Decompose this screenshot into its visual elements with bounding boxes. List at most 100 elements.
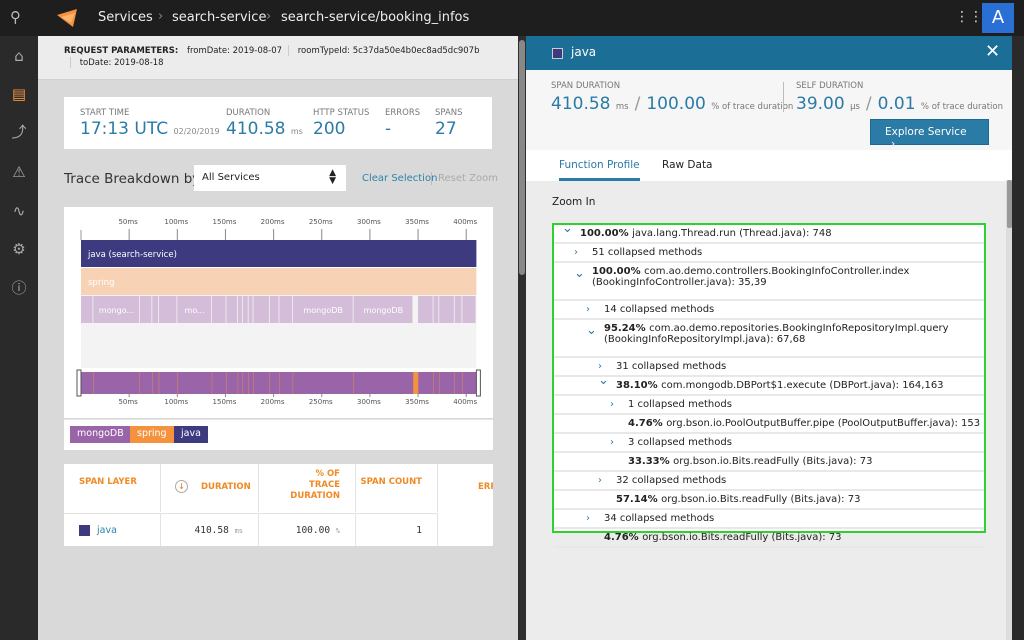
trace-timeline[interactable]: 50ms 50ms 100ms 100ms 150ms 150ms 200ms 200ms 25… (64, 207, 493, 418)
breakdown-select[interactable]: All Services ▲ ▼ (194, 165, 346, 191)
top-tick-label: 300ms (357, 218, 381, 226)
param-roomtypeid: roomTypeId: 5c37da50e4b0ec8ad5dc907b (297, 46, 480, 56)
settings-icon[interactable]: ⚙ (9, 239, 29, 259)
alerts-icon[interactable]: ⚠ (9, 162, 29, 182)
explore-service-button[interactable]: Explore Service › (870, 119, 989, 150)
overview-right-handle[interactable] (475, 369, 481, 397)
avatar[interactable]: A (982, 3, 1014, 33)
legend-spring[interactable]: spring (130, 426, 174, 443)
help-icon[interactable]: ⓘ (9, 278, 29, 298)
chevron-down-icon[interactable]: ⌄ (574, 267, 585, 280)
mongodb-span-label: mo... (185, 306, 205, 315)
mongodb-span-segment (439, 296, 454, 323)
self-duration-value: 39.00 µs/0.01 % of trace duration (796, 94, 1004, 114)
tree-row[interactable]: ⌄ 100.00% com.ao.demo.controllers.Booking… (554, 263, 984, 301)
mongodb-span-segment (454, 296, 462, 323)
tree-row-text: org.bson.io.Bits.readFully (Bits.java): … (661, 494, 861, 505)
chevron-right-icon[interactable]: › (598, 361, 602, 372)
http-status: HTTP STATUS 200 (313, 108, 370, 139)
legend-java[interactable]: java (174, 426, 208, 443)
tree-row[interactable]: › 14 collapsed methods (554, 301, 984, 320)
trace-summary: START TIME 17:13 UTC 02/20/2019 DURATION 4… (64, 97, 492, 149)
tree-row-percent: 4.76% (628, 418, 667, 429)
tree-row-text: 14 collapsed methods (604, 304, 715, 315)
param-fromdate: fromDate: 2019-08-07 (186, 46, 283, 56)
tree-row-text: com.ao.demo.repositories.BookingInfoRepo… (604, 323, 949, 345)
chevron-down-icon[interactable]: ⌄ (586, 324, 597, 337)
col-span-layer[interactable]: SPAN LAYER (64, 464, 161, 512)
tree-row[interactable]: › 34 collapsed methods (554, 510, 984, 529)
home-icon[interactable]: ⌂ (9, 46, 29, 66)
spring-span-label: spring (88, 278, 114, 288)
tree-row[interactable]: › 31 collapsed methods (554, 358, 984, 377)
traces-icon[interactable]: ▤ (9, 84, 29, 104)
tab-raw-data[interactable]: Raw Data (662, 159, 713, 171)
chevron-down-icon[interactable]: ⌄ (562, 222, 573, 235)
chevron-right-icon[interactable]: › (586, 513, 590, 524)
errors: ERRORS - (385, 108, 421, 139)
col-span-count[interactable]: SPAN COUNT (356, 464, 438, 512)
col-errors[interactable]: ERR (438, 464, 493, 512)
tree-row[interactable]: 33.33% org.bson.io.Bits.readFully (Bits.… (554, 453, 984, 472)
bottom-tick-label: 100ms (164, 398, 188, 406)
search-icon[interactable]: ⚲ (10, 8, 21, 26)
row-span-layer[interactable]: java (64, 513, 161, 546)
chevron-right-icon[interactable]: › (610, 399, 614, 410)
top-tick-label: 100ms (164, 218, 188, 226)
tree-row[interactable]: ⌄ 38.10% com.mongodb.DBPort$1.execute (DB… (554, 374, 984, 396)
chevron-right-icon: › (891, 138, 896, 150)
topology-icon[interactable]: ⤴ (9, 122, 29, 142)
zoom-in-label[interactable]: Zoom In (552, 196, 595, 208)
col-duration[interactable]: ↓ DURATION (161, 464, 259, 512)
tree-row[interactable]: ⌄ 95.24% com.ao.demo.repositories.Booking… (554, 320, 984, 358)
apps-grid-icon[interactable]: ⋮⋮ (955, 9, 983, 25)
row-count: 1 (356, 513, 438, 546)
tree-row-text: 31 collapsed methods (616, 361, 727, 372)
tree-row-text: 3 collapsed methods (628, 437, 732, 448)
tree-row-text: 32 collapsed methods (616, 475, 727, 486)
tree-row-percent: 57.14% (616, 494, 662, 505)
tree-row-text: 1 collapsed methods (628, 399, 732, 410)
tree-row-text: com.mongodb.DBPort$1.execute (DBPort.jav… (661, 380, 944, 391)
legend-mongodb[interactable]: mongoDB (70, 426, 131, 443)
mongodb-span-segment (81, 296, 93, 323)
spans: SPANS 27 (435, 108, 463, 139)
mongodb-span-segment (237, 296, 242, 323)
mongodb-span-segment (242, 296, 248, 323)
reset-zoom-link[interactable]: Reset Zoom (438, 173, 498, 184)
request-parameters-label: REQUEST PARAMETERS: (64, 46, 179, 56)
left-scrollbar-thumb[interactable] (519, 40, 525, 275)
self-duration-label: SELF DURATION (796, 81, 864, 91)
start-time: START TIME 17:13 UTC 02/20/2019 (80, 108, 220, 139)
tree-row[interactable]: › 1 collapsed methods (554, 396, 984, 415)
top-tick-label: 150ms (213, 218, 237, 226)
tree-row-percent: 100.00% (592, 266, 645, 277)
overview-left-handle[interactable] (76, 369, 82, 397)
col-pct-trace[interactable]: % OF TRACE DURATION (259, 464, 356, 512)
chevron-right-icon[interactable]: › (598, 475, 602, 486)
tree-row[interactable]: › 32 collapsed methods (554, 472, 984, 491)
request-parameters: REQUEST PARAMETERS: fromDate: 2019-08-07… (38, 36, 518, 80)
tree-row[interactable]: 4.76% org.bson.io.PoolOutputBuffer.pipe … (554, 415, 984, 434)
tab-function-profile[interactable]: Function Profile (559, 159, 640, 181)
tree-row[interactable]: ⌄ 100.00% java.lang.Thread.run (Thread.ja… (554, 222, 984, 244)
row-duration: 410.58 ms (161, 513, 259, 546)
chevron-right-icon[interactable]: › (610, 437, 614, 448)
breadcrumb-service[interactable]: search-service (172, 10, 266, 25)
tree-row[interactable]: › 3 collapsed methods (554, 434, 984, 453)
close-icon[interactable]: ✕ (985, 41, 1000, 62)
tree-row[interactable]: 57.14% org.bson.io.Bits.readFully (Bits.… (554, 491, 984, 510)
clear-selection-link[interactable]: Clear Selection (362, 173, 437, 184)
metrics-icon[interactable]: ∿ (9, 201, 29, 221)
chevron-right-icon[interactable]: › (574, 247, 578, 258)
breadcrumb-services[interactable]: Services (98, 10, 153, 25)
tree-row[interactable]: 4.76% org.bson.io.Bits.readFully (Bits.j… (554, 529, 984, 548)
mongodb-span-segment (248, 296, 253, 323)
bottom-tick-label: 400ms (453, 398, 477, 406)
panel-title: java (571, 45, 597, 59)
chevron-right-icon[interactable]: › (586, 304, 590, 315)
tree-row[interactable]: › 51 collapsed methods (554, 244, 984, 263)
logo-icon[interactable] (55, 7, 81, 29)
trace-details: REQUEST PARAMETERS: fromDate: 2019-08-07… (38, 36, 518, 640)
chevron-down-icon[interactable]: ⌄ (598, 374, 609, 387)
